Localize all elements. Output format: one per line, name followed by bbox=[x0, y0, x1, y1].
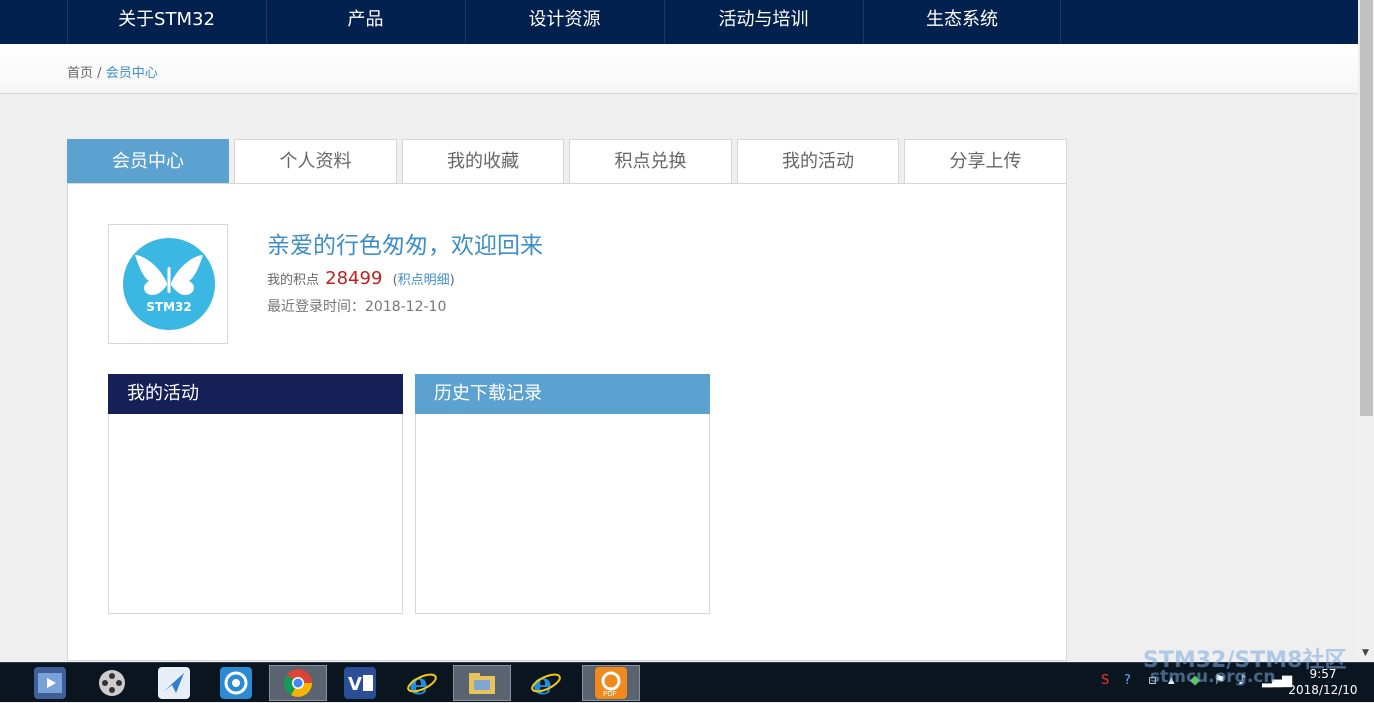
points-value: 28499 bbox=[325, 268, 383, 289]
bird-app-icon[interactable] bbox=[158, 667, 190, 699]
points-link-paren-close: ) bbox=[449, 273, 455, 288]
stm32-logo-icon: STM32 bbox=[123, 238, 215, 330]
nav-item-design-resources[interactable]: 设计资源 bbox=[465, 0, 663, 44]
welcome-message: 亲爱的行色匆匆，欢迎回来 bbox=[267, 233, 543, 259]
my-activities-box: 我的活动 bbox=[108, 374, 403, 614]
internet-explorer-icon-2[interactable]: e bbox=[530, 667, 562, 702]
help-icon[interactable]: ? bbox=[1124, 673, 1131, 688]
breadcrumb-separator: / bbox=[97, 66, 102, 81]
tab-favorites[interactable]: 我的收藏 bbox=[402, 139, 564, 183]
tab-share-upload[interactable]: 分享上传 bbox=[904, 139, 1067, 183]
download-history-header: 历史下载记录 bbox=[415, 374, 710, 414]
sogou-input-icon[interactable]: S bbox=[1101, 673, 1109, 688]
breadcrumb-bar: 首页 / 会员中心 bbox=[0, 44, 1358, 94]
tab-my-activities[interactable]: 我的活动 bbox=[737, 139, 899, 183]
watermark-url: stmcu.org.cn bbox=[1150, 667, 1276, 687]
logo-text: STM32 bbox=[146, 300, 191, 314]
nav-item-about-stm32[interactable]: 关于STM32 bbox=[67, 0, 265, 44]
svg-text:PDF: PDF bbox=[603, 690, 617, 698]
svg-text:V: V bbox=[348, 674, 362, 695]
download-history-box: 历史下载记录 bbox=[415, 374, 710, 614]
tab-member-center[interactable]: 会员中心 bbox=[67, 139, 229, 183]
browser-app-icon[interactable] bbox=[220, 667, 252, 699]
breadcrumb: 首页 / 会员中心 bbox=[67, 62, 158, 81]
vertical-scrollbar[interactable]: ▼ bbox=[1358, 0, 1374, 662]
visio-icon[interactable]: V bbox=[344, 667, 376, 699]
tab-personal-info[interactable]: 个人资料 bbox=[234, 139, 397, 183]
media-player-icon[interactable] bbox=[34, 667, 66, 699]
scroll-down-arrow-icon[interactable]: ▼ bbox=[1362, 648, 1369, 658]
breadcrumb-home-link[interactable]: 首页 bbox=[67, 66, 93, 81]
my-activities-header: 我的活动 bbox=[108, 374, 403, 414]
scrollbar-thumb[interactable] bbox=[1360, 0, 1373, 416]
chrome-icon[interactable] bbox=[282, 667, 314, 699]
nav-item-products[interactable]: 产品 bbox=[266, 0, 464, 44]
nav-item-events-training[interactable]: 活动与培训 bbox=[664, 0, 862, 44]
internet-explorer-icon[interactable]: e bbox=[406, 667, 438, 702]
points-line: 我的积点 28499 (积点明细) bbox=[267, 268, 455, 289]
nav-item-ecosystem[interactable]: 生态系统 bbox=[863, 0, 1061, 44]
tab-points-exchange[interactable]: 积点兑换 bbox=[569, 139, 732, 183]
file-explorer-icon[interactable] bbox=[466, 667, 498, 699]
film-reel-icon[interactable] bbox=[96, 667, 128, 699]
last-login-time: 最近登录时间：2018-12-10 bbox=[267, 299, 447, 315]
points-detail-link[interactable]: 积点明细 bbox=[398, 273, 450, 288]
clock-date: 2018/12/10 bbox=[1288, 683, 1358, 697]
pdf-reader-icon[interactable]: PDF bbox=[595, 667, 627, 699]
top-navigation: 关于STM32 产品 设计资源 活动与培训 生态系统 bbox=[0, 0, 1358, 44]
avatar[interactable]: STM32 bbox=[108, 224, 228, 344]
points-label: 我的积点 bbox=[267, 273, 320, 288]
breadcrumb-current[interactable]: 会员中心 bbox=[106, 66, 158, 81]
